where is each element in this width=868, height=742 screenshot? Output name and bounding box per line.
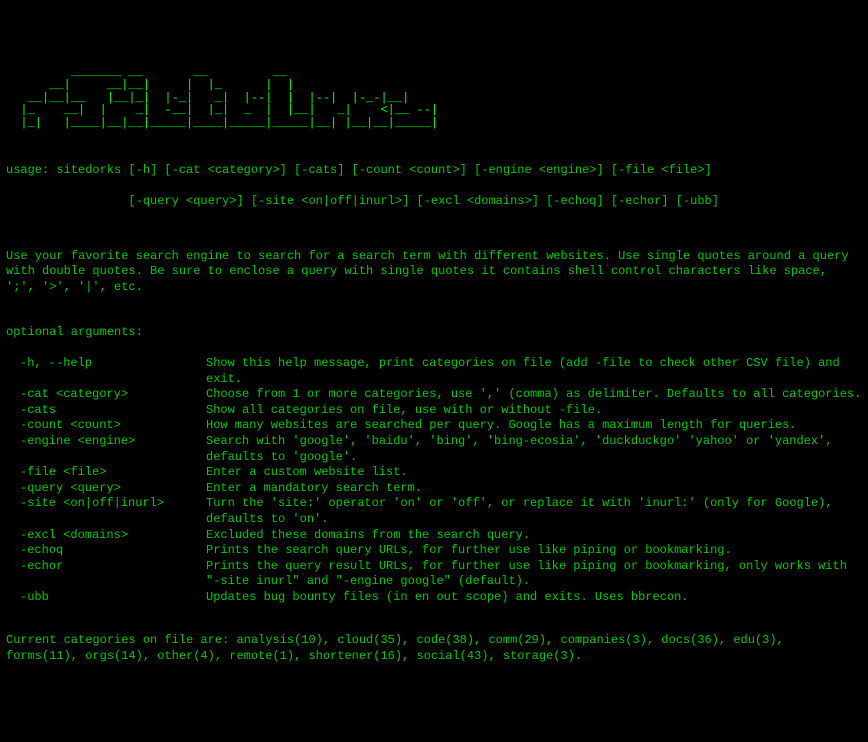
arg-row: -catsShow all categories on file, use wi… <box>6 403 862 419</box>
arg-row: -echorPrints the query result URLs, for … <box>6 559 862 590</box>
usage-block: usage: sitedorks [-h] [-cat <category>] … <box>6 147 862 225</box>
arg-row: -engine <engine>Search with 'google', 'b… <box>6 434 862 465</box>
arg-description: Enter a mandatory search term. <box>206 481 862 497</box>
arg-description: Enter a custom website list. <box>206 465 862 481</box>
arg-row: -site <on|off|inurl>Turn the 'site:' ope… <box>6 496 862 527</box>
arg-flag: -ubb <box>6 590 206 606</box>
description-text: Use your favorite search engine to searc… <box>6 249 862 296</box>
arg-flag: -echor <box>6 559 206 590</box>
arg-description: Show all categories on file, use with or… <box>206 403 862 419</box>
arg-description: Updates bug bounty files (in en out scop… <box>206 590 862 606</box>
arg-row: -count <count>How many websites are sear… <box>6 418 862 434</box>
arg-description: Show this help message, print categories… <box>206 356 862 387</box>
categories-summary: Current categories on file are: analysis… <box>6 633 862 664</box>
arg-flag: -site <on|off|inurl> <box>6 496 206 527</box>
arg-flag: -engine <engine> <box>6 434 206 465</box>
usage-line-1: usage: sitedorks [-h] [-cat <category>] … <box>6 163 862 179</box>
arg-flag: -count <count> <box>6 418 206 434</box>
arg-description: Choose from 1 or more categories, use ',… <box>206 387 862 403</box>
arguments-list: -h, --helpShow this help message, print … <box>6 356 862 606</box>
arg-flag: -h, --help <box>6 356 206 387</box>
arg-flag: -excl <domains> <box>6 528 206 544</box>
arg-row: -ubbUpdates bug bounty files (in en out … <box>6 590 862 606</box>
arg-row: -file <file>Enter a custom website list. <box>6 465 862 481</box>
arg-flag: -query <query> <box>6 481 206 497</box>
arg-description: Turn the 'site:' operator 'on' or 'off',… <box>206 496 862 527</box>
arg-description: Excluded these domains from the search q… <box>206 528 862 544</box>
ascii-banner: _______ __ __ __ __| __|__| | |_ | | __|… <box>6 66 862 129</box>
arg-description: Prints the query result URLs, for furthe… <box>206 559 862 590</box>
arg-flag: -cat <category> <box>6 387 206 403</box>
arg-row: -h, --helpShow this help message, print … <box>6 356 862 387</box>
arg-flag: -file <file> <box>6 465 206 481</box>
arg-row: -cat <category>Choose from 1 or more cat… <box>6 387 862 403</box>
usage-line-2: [-query <query>] [-site <on|off|inurl>] … <box>6 194 862 210</box>
section-title-optional-arguments: optional arguments: <box>6 325 862 341</box>
arg-row: -query <query>Enter a mandatory search t… <box>6 481 862 497</box>
arg-description: Search with 'google', 'baidu', 'bing', '… <box>206 434 862 465</box>
arg-flag: -cats <box>6 403 206 419</box>
arg-row: -excl <domains>Excluded these domains fr… <box>6 528 862 544</box>
arg-description: How many websites are searched per query… <box>206 418 862 434</box>
